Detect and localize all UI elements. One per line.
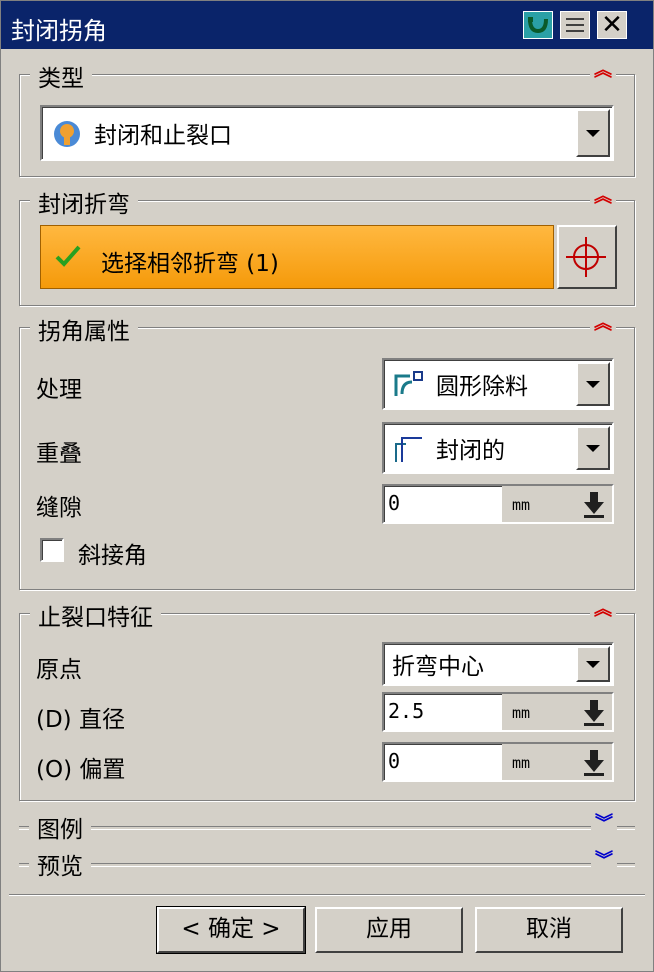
- treatment-value: 圆形除料: [436, 374, 528, 400]
- offset-label: (O) 偏置: [36, 757, 126, 783]
- offset-field[interactable]: 0 mm: [382, 742, 614, 782]
- crosshair-icon[interactable]: [557, 225, 617, 289]
- arrow-down-icon[interactable]: [582, 490, 606, 518]
- origin-select[interactable]: 折弯中心: [382, 642, 614, 686]
- collapse-icon[interactable]: ︽: [590, 62, 616, 80]
- arrow-down-icon[interactable]: [582, 748, 606, 776]
- reset-icon[interactable]: [523, 11, 553, 39]
- gap-unit: mm: [512, 496, 531, 514]
- type-select[interactable]: 封闭和止裂口: [40, 105, 614, 161]
- origin-label: 原点: [36, 657, 82, 683]
- type-select-value: 封闭和止裂口: [94, 123, 232, 149]
- diameter-field[interactable]: 2.5 mm: [382, 692, 614, 732]
- collapse-icon[interactable]: ︽: [590, 188, 616, 206]
- treatment-label: 处理: [36, 377, 82, 403]
- select-adjacent-bend-button[interactable]: 选择相邻折弯 (1): [40, 225, 554, 289]
- cancel-button[interactable]: 取消: [475, 907, 623, 953]
- bend-section-title: 封闭折弯: [30, 185, 138, 219]
- preview-section-title: 预览: [29, 847, 91, 881]
- treatment-select[interactable]: 圆形除料: [382, 358, 614, 410]
- relief-section-title: 止裂口特征: [30, 598, 161, 632]
- relief-type-icon: [52, 119, 82, 155]
- overlap-select[interactable]: 封闭的: [382, 422, 614, 474]
- dialog-window: 封闭拐角 ✕ 类型 ︽ 封闭和止裂口 封闭折弯 ︽ 选择相邻折弯 (1) 拐角属…: [0, 0, 654, 972]
- gap-input[interactable]: 0: [384, 486, 502, 522]
- corner-properties-section: 拐角属性 ︽ 处理 圆形除料 重叠 封闭的 缝隙 0 mm 斜接角: [19, 312, 635, 590]
- offset-input[interactable]: 0: [384, 744, 502, 780]
- collapse-icon[interactable]: ︽: [590, 315, 616, 333]
- diameter-input[interactable]: 2.5: [384, 694, 502, 730]
- relief-section: 止裂口特征 ︽ 原点 折弯中心 (D) 直径 2.5 mm (O) 偏置 0 m…: [19, 598, 635, 801]
- window-title: 封闭拐角: [11, 17, 107, 45]
- legend-section-title: 图例: [29, 810, 91, 844]
- overlap-label: 重叠: [36, 441, 82, 467]
- chevron-down-icon[interactable]: [576, 426, 610, 470]
- type-section-title: 类型: [30, 59, 92, 93]
- expand-icon[interactable]: ︾: [591, 852, 617, 870]
- overlap-value: 封闭的: [436, 438, 505, 464]
- bend-section: 封闭折弯 ︽ 选择相邻折弯 (1): [19, 185, 635, 306]
- offset-unit: mm: [512, 754, 531, 772]
- gap-field[interactable]: 0 mm: [382, 484, 614, 524]
- diameter-unit: mm: [512, 704, 531, 722]
- apply-button[interactable]: 应用: [315, 907, 463, 953]
- chevron-down-icon[interactable]: [576, 362, 610, 406]
- checkmark-icon: [55, 244, 81, 274]
- title-bar[interactable]: 封闭拐角 ✕: [1, 1, 653, 49]
- miter-checkbox[interactable]: [40, 538, 64, 562]
- chevron-down-icon[interactable]: [576, 646, 610, 682]
- diameter-label: (D) 直径: [36, 707, 125, 733]
- miter-label: 斜接角: [78, 543, 147, 569]
- ok-button[interactable]: < 确定 >: [157, 907, 305, 953]
- type-section: 类型 ︽ 封闭和止裂口: [19, 59, 635, 177]
- legend-section[interactable]: 图例 ︾: [19, 810, 635, 844]
- corner-section-title: 拐角属性: [30, 312, 138, 346]
- select-adjacent-bend-label: 选择相邻折弯 (1): [101, 251, 279, 277]
- circular-cutout-icon: [392, 370, 426, 404]
- gap-label: 缝隙: [36, 495, 82, 521]
- close-icon[interactable]: ✕: [597, 11, 627, 39]
- preview-section[interactable]: 预览 ︾: [19, 847, 635, 881]
- origin-value: 折弯中心: [392, 654, 484, 680]
- button-separator: [9, 894, 645, 896]
- chevron-down-icon[interactable]: [576, 109, 610, 157]
- closed-overlap-icon: [392, 434, 426, 470]
- menu-icon[interactable]: [560, 11, 590, 39]
- expand-icon[interactable]: ︾: [591, 815, 617, 833]
- arrow-down-icon[interactable]: [582, 698, 606, 726]
- collapse-icon[interactable]: ︽: [590, 601, 616, 619]
